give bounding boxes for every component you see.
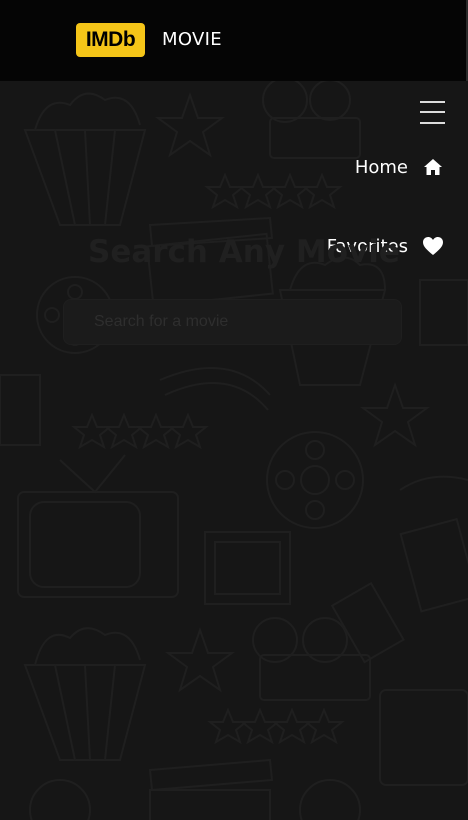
nav-item-home[interactable]: Home xyxy=(355,156,444,178)
hamburger-menu-icon[interactable] xyxy=(420,100,445,125)
nav-item-label: Home xyxy=(354,156,408,178)
heart-icon xyxy=(422,235,444,257)
hamburger-line xyxy=(420,122,445,124)
brand-label: MOVIE xyxy=(162,29,222,50)
imdb-logo[interactable]: IMDb xyxy=(76,23,145,57)
hamburger-line xyxy=(420,111,445,113)
doodle-pattern xyxy=(0,81,468,820)
search-input[interactable] xyxy=(63,299,402,345)
page-title: Search Any Movie xyxy=(88,234,400,270)
home-icon xyxy=(422,156,444,178)
top-navbar: IMDb MOVIE xyxy=(0,0,468,81)
hamburger-line xyxy=(420,101,445,103)
background-pattern xyxy=(0,81,468,820)
